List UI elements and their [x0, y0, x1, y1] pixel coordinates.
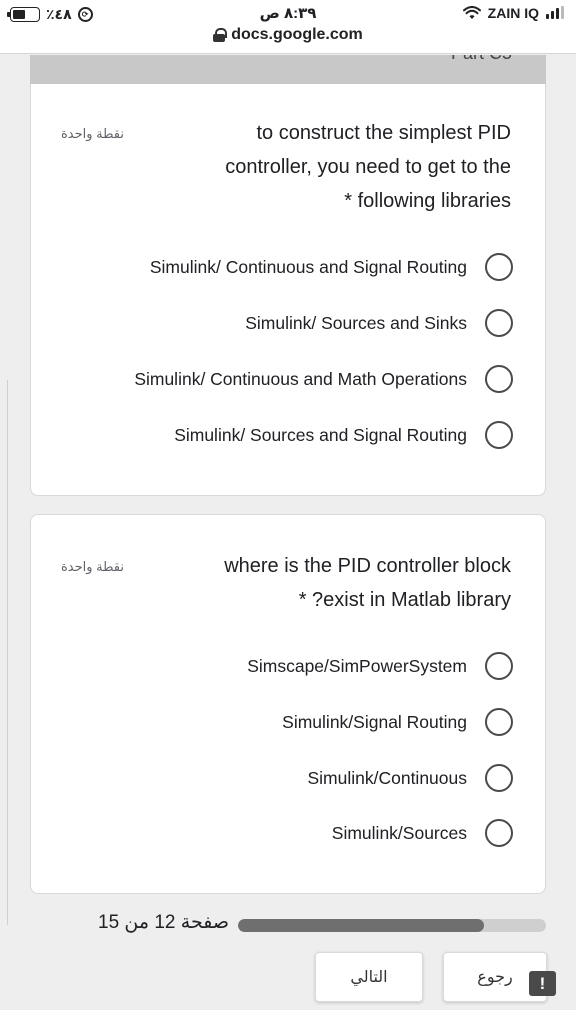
question-title-line: * ?exist in Matlab library: [298, 589, 511, 611]
wifi-icon: [462, 6, 481, 19]
radio-button[interactable]: [485, 764, 513, 792]
question-points: نقطة واحدة: [61, 126, 125, 141]
option-label: Simulink/Sources: [331, 822, 467, 843]
padlock-icon: [213, 28, 228, 42]
answer-option[interactable]: Simulink/ Sources and Sinks: [245, 308, 513, 338]
answer-option[interactable]: Simulink/ Continuous and Math Operations: [134, 364, 513, 394]
carrier-name: ZAIN IQ: [487, 5, 539, 21]
signal-icon: [546, 6, 564, 19]
section-header: Part C5: [30, 55, 546, 84]
radio-button[interactable]: [485, 309, 513, 337]
answer-option[interactable]: Simulink/ Sources and Signal Routing: [174, 420, 513, 450]
page-count-label: صفحة 12 من 15: [98, 912, 229, 933]
question-title: where is the PID controller block * ?exi…: [151, 549, 511, 617]
option-label: Simulink/Signal Routing: [282, 711, 467, 732]
answer-option[interactable]: Simulink/Signal Routing: [282, 707, 513, 737]
question-card-2: نقطة واحدة where is the PID controller b…: [30, 514, 546, 894]
answer-option[interactable]: Simulink/ Continuous and Signal Routing: [150, 252, 513, 282]
browser-top-bar: ٪٤٨ ⟳ ٨:٣٩ ص ZAIN IQ docs.google.com: [0, 0, 576, 54]
answer-option[interactable]: Simulink/Continuous: [307, 763, 513, 793]
question-title: to construct the simplest PID controller…: [151, 116, 511, 218]
option-label: Simscape/SimPowerSystem: [247, 655, 467, 676]
progress-bar: [238, 919, 546, 932]
radio-button[interactable]: [485, 421, 513, 449]
question-points: نقطة واحدة: [61, 559, 125, 574]
radio-button[interactable]: [485, 819, 513, 847]
option-label: Simulink/ Continuous and Math Operations: [134, 368, 467, 389]
question-title-line: controller, you need to get to the: [225, 156, 511, 178]
radio-button[interactable]: [485, 365, 513, 393]
status-right-group: ZAIN IQ: [462, 5, 564, 21]
question-title-line: where is the PID controller block: [224, 555, 511, 577]
option-label: Simulink/ Continuous and Signal Routing: [149, 256, 467, 277]
question-title-line: to construct the simplest PID: [256, 122, 511, 144]
radio-button[interactable]: [485, 253, 513, 281]
answer-option[interactable]: Simulink/Sources: [332, 818, 513, 848]
option-label: Simulink/ Sources and Sinks: [245, 312, 467, 333]
section-header-text: Part C5: [451, 55, 512, 64]
next-button[interactable]: التالي: [315, 952, 423, 1002]
report-icon[interactable]: !: [529, 971, 556, 996]
address-bar[interactable]: docs.google.com: [0, 26, 576, 44]
radio-button[interactable]: [485, 708, 513, 736]
option-label: Simulink/ Sources and Signal Routing: [174, 424, 467, 445]
option-label: Simulink/Continuous: [307, 767, 467, 788]
question-title-line: * following libraries: [344, 190, 511, 212]
url-text: docs.google.com: [231, 26, 363, 43]
radio-button[interactable]: [485, 652, 513, 680]
scroll-edge-line: [7, 380, 8, 925]
question-card-1: نقطة واحدة to construct the simplest PID…: [30, 84, 546, 496]
answer-option[interactable]: Simscape/SimPowerSystem: [247, 651, 513, 681]
progress-bar-fill: [238, 919, 485, 932]
